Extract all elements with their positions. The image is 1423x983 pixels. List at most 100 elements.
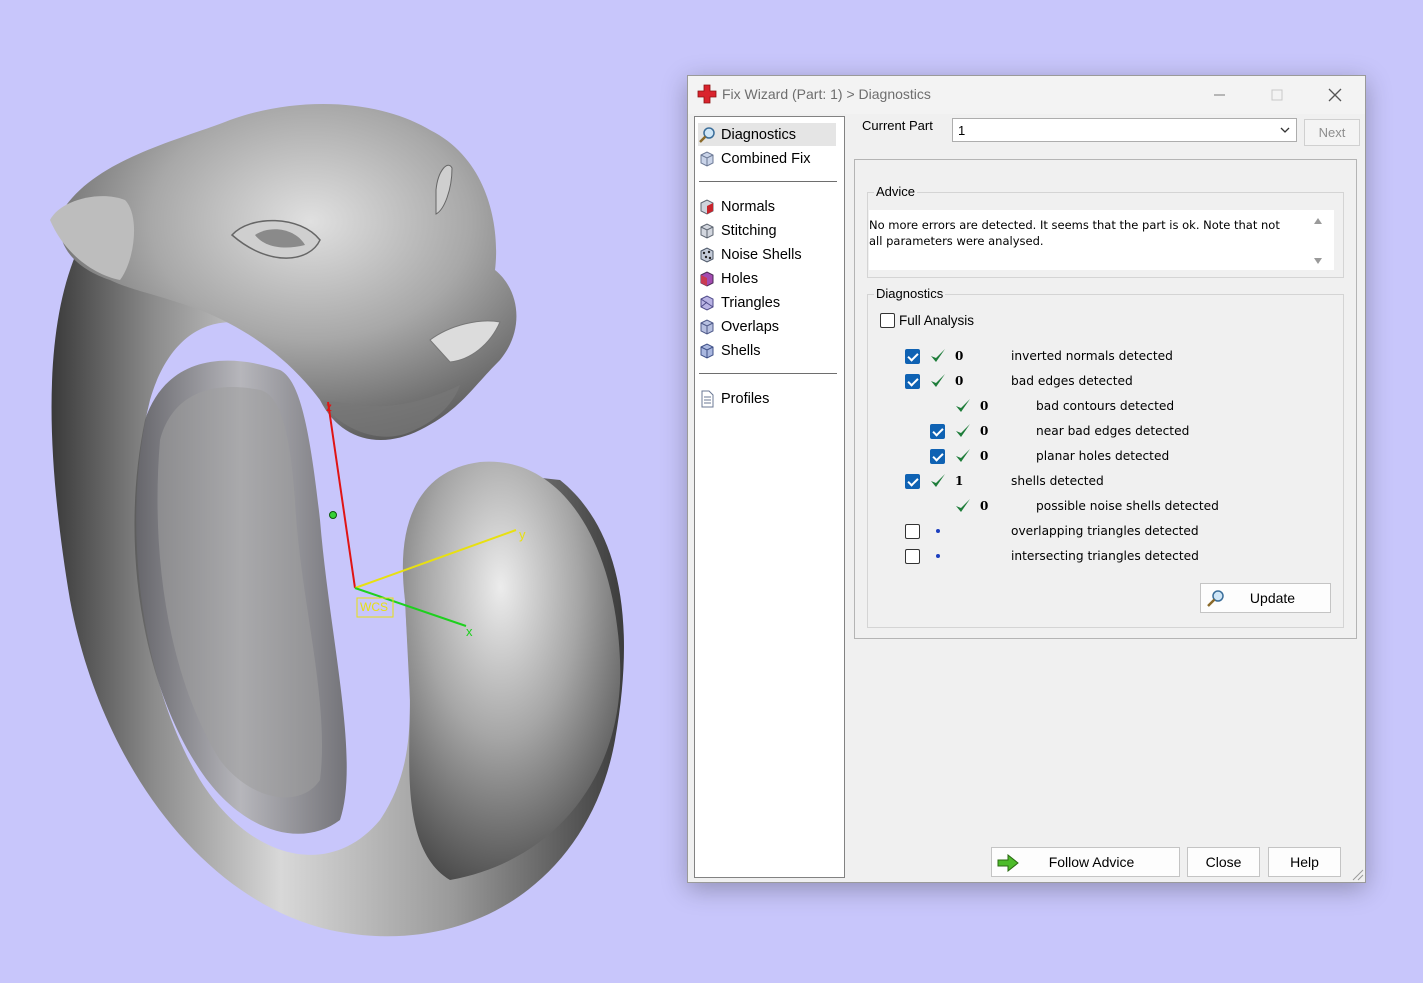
shells-cube-icon	[700, 342, 714, 359]
diagnostic-count: 0	[980, 449, 989, 463]
nav-label: Normals	[721, 198, 775, 215]
scroll-up-icon	[1314, 218, 1322, 224]
diagnostic-label: bad edges detected	[1011, 374, 1133, 388]
close-button[interactable]: Close	[1187, 847, 1260, 877]
nav-label: Profiles	[721, 390, 770, 407]
maximize-icon	[1271, 89, 1283, 101]
nav-divider	[699, 373, 837, 374]
green-check-icon	[931, 349, 945, 362]
full-analysis-label: Full Analysis	[899, 313, 975, 328]
diagnostic-count: 0	[955, 349, 964, 363]
follow-advice-button[interactable]: Follow Advice	[991, 847, 1180, 877]
advice-title: Advice	[874, 184, 918, 199]
diagnostic-count: 0	[955, 374, 964, 388]
maximize-button[interactable]	[1254, 80, 1300, 110]
help-button[interactable]: Help	[1268, 847, 1341, 877]
diagnostic-checkbox[interactable]	[905, 524, 920, 539]
green-check-icon	[956, 399, 970, 412]
diagnostic-checkbox[interactable]	[905, 349, 920, 364]
3d-viewport[interactable]: z y x WCS	[0, 0, 680, 983]
update-label: Update	[1249, 590, 1296, 606]
title-bar[interactable]: Fix Wizard (Part: 1) > Diagnostics	[688, 76, 1365, 114]
cube-icon	[700, 150, 714, 167]
follow-advice-label: Follow Advice	[1048, 854, 1135, 870]
diagnostic-count: 1	[955, 474, 964, 488]
holes-cube-icon	[700, 270, 714, 287]
advice-text: No more errors are detected. It seems th…	[869, 218, 1280, 248]
diagnostic-checkbox[interactable]	[905, 549, 920, 564]
green-check-icon	[931, 474, 945, 487]
magnifier-icon	[699, 126, 715, 143]
diagnostic-count: 0	[980, 399, 989, 413]
full-analysis-checkbox[interactable]	[880, 313, 895, 328]
green-arrow-icon	[997, 854, 1019, 872]
diagnostic-label: overlapping triangles detected	[1011, 524, 1199, 538]
chevron-down-icon	[1280, 127, 1290, 133]
diagnostic-label: near bad edges detected	[1036, 424, 1190, 438]
nav-label: Overlaps	[721, 318, 780, 335]
green-check-icon	[956, 449, 970, 462]
nav-item-holes[interactable]: Holes	[698, 267, 836, 290]
green-check-icon	[956, 499, 970, 512]
wizard-nav: Diagnostics Combined Fix Normals Stitchi…	[694, 116, 845, 878]
diagnostic-checkbox[interactable]	[905, 474, 920, 489]
diagnostic-checkbox[interactable]	[930, 449, 945, 464]
green-check-icon	[956, 424, 970, 437]
next-button[interactable]: Next	[1304, 119, 1360, 146]
nav-item-stitching[interactable]: Stitching	[698, 219, 836, 242]
z-axis-label: z	[326, 400, 332, 414]
nav-label: Combined Fix	[721, 150, 811, 167]
x-axis-label: x	[466, 624, 473, 639]
nav-item-normals[interactable]: Normals	[698, 195, 836, 218]
minimize-icon	[1214, 94, 1225, 96]
pending-dot-icon	[936, 554, 940, 558]
y-axis-label: y	[519, 527, 526, 542]
nav-item-triangles[interactable]: Triangles	[698, 291, 836, 314]
ring-model	[50, 103, 624, 937]
stitching-cube-icon	[700, 222, 714, 239]
resize-grip-icon[interactable]	[1350, 867, 1364, 881]
diagnostic-label: possible noise shells detected	[1036, 499, 1219, 513]
red-cross-icon	[697, 84, 717, 104]
pivot-point	[329, 511, 337, 519]
diagnostic-label: planar holes detected	[1036, 449, 1170, 463]
wcs-label: WCS	[360, 600, 388, 614]
magnifier-icon	[1207, 590, 1224, 607]
minimize-button[interactable]	[1196, 80, 1242, 110]
nav-label: Diagnostics	[721, 126, 796, 143]
diagnostic-count: 0	[980, 499, 989, 513]
diagnostic-label: shells detected	[1011, 474, 1104, 488]
fix-wizard-dialog: Fix Wizard (Part: 1) > Diagnostics Diagn…	[687, 75, 1366, 883]
diagnostic-checkbox[interactable]	[905, 374, 920, 389]
nav-item-noise-shells[interactable]: Noise Shells	[698, 243, 836, 266]
nav-label: Noise Shells	[721, 246, 802, 263]
nav-item-profiles[interactable]: Profiles	[698, 387, 836, 410]
update-button[interactable]: Update	[1200, 583, 1331, 613]
diagnostic-label: inverted normals detected	[1011, 349, 1173, 363]
close-icon	[1328, 88, 1342, 102]
nav-label: Holes	[721, 270, 759, 287]
diagnostics-panel: Advice No more errors are detected. It s…	[854, 159, 1357, 639]
diagnostic-count: 0	[980, 424, 989, 438]
nav-label: Stitching	[721, 222, 777, 239]
nav-item-overlaps[interactable]: Overlaps	[698, 315, 836, 338]
nav-label: Shells	[721, 342, 761, 359]
overlaps-cube-icon	[700, 318, 714, 335]
nav-item-combined-fix[interactable]: Combined Fix	[698, 147, 836, 170]
green-check-icon	[931, 374, 945, 387]
advice-scrollbar[interactable]	[1311, 214, 1325, 268]
noise-shells-icon	[700, 246, 714, 263]
triangles-cube-icon	[700, 294, 714, 311]
diagnostic-checkbox[interactable]	[930, 424, 945, 439]
nav-item-shells[interactable]: Shells	[698, 339, 836, 362]
diagnostic-label: bad contours detected	[1036, 399, 1175, 413]
diagnostics-title: Diagnostics	[874, 286, 946, 301]
current-part-value: 1	[958, 123, 966, 138]
window-title: Fix Wizard (Part: 1) > Diagnostics	[722, 86, 931, 102]
nav-item-diagnostics[interactable]: Diagnostics	[698, 123, 836, 146]
current-part-select[interactable]: 1	[952, 118, 1297, 142]
nav-divider	[699, 181, 837, 182]
close-window-button[interactable]	[1312, 80, 1358, 110]
document-icon	[701, 390, 714, 407]
nav-label: Triangles	[721, 294, 781, 311]
